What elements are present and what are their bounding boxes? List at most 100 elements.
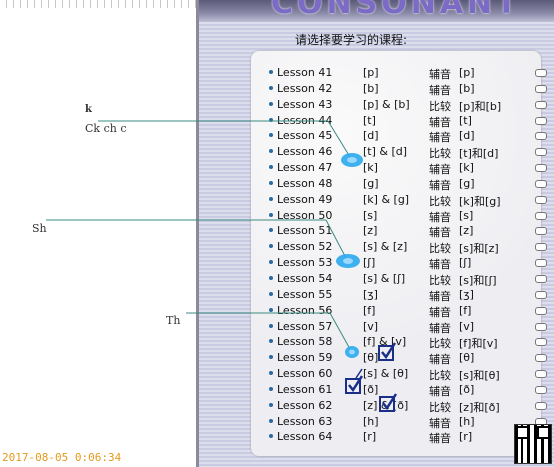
lesson-name[interactable]: Lesson 50 [277, 209, 332, 222]
lesson-value: [d] [459, 129, 475, 143]
lesson-ipa: [s] & [z] [363, 240, 408, 254]
lesson-value: [b] [459, 81, 475, 95]
lesson-row[interactable]: Lesson 60 [s] & [θ] 比较 [s]和[θ] [251, 366, 547, 383]
lesson-value: [s] [459, 208, 474, 222]
lesson-ipa: [f] [363, 303, 376, 317]
spiral-binding-icon [535, 84, 547, 93]
lesson-kind: 辅音 [429, 163, 451, 177]
lesson-name[interactable]: Lesson 47 [277, 161, 332, 174]
bullet-icon [269, 275, 273, 280]
lesson-ipa: [g] [363, 176, 379, 190]
spiral-binding-icon [535, 322, 547, 331]
lesson-name[interactable]: Lesson 54 [277, 272, 332, 285]
lesson-row[interactable]: Lesson 42 [b] 辅音 [b] [251, 81, 547, 97]
bullet-icon [269, 228, 273, 233]
lesson-row[interactable]: Lesson 54 [s] & [ʃ] 比较 [s]和[ʃ] [251, 271, 547, 287]
lesson-name[interactable]: Lesson 45 [277, 129, 332, 142]
lesson-row[interactable]: Lesson 48 [g] 辅音 [g] [251, 176, 547, 192]
lesson-ipa: [t] [363, 113, 376, 127]
lesson-name[interactable]: Lesson 43 [277, 98, 332, 111]
lesson-row[interactable]: Lesson 61 [ð] 辅音 [ð] [251, 382, 547, 398]
lesson-name[interactable]: Lesson 53 [277, 256, 332, 269]
bullet-icon [269, 402, 273, 407]
lesson-row[interactable]: Lesson 51 [z] 辅音 [z] [251, 223, 547, 239]
lesson-name[interactable]: Lesson 57 [277, 320, 332, 333]
lesson-name[interactable]: Lesson 55 [277, 288, 332, 301]
spiral-binding-icon [535, 132, 547, 141]
app-banner: CONSONANT 辅音 [199, 0, 554, 22]
lesson-row[interactable]: Lesson 44 [t] 辅音 [t] [251, 113, 547, 129]
lesson-row[interactable]: Lesson 47 [k] 辅音 [k] [251, 160, 547, 177]
lesson-value: [s]和[θ] [459, 369, 500, 383]
bullet-icon [269, 85, 273, 90]
lesson-name[interactable]: Lesson 61 [277, 383, 332, 396]
lesson-ipa: [k] & [g] [363, 192, 410, 206]
lesson-name[interactable]: Lesson 46 [277, 145, 332, 158]
lesson-name[interactable]: Lesson 64 [277, 430, 332, 443]
spiral-binding-icon [535, 243, 547, 252]
spiral-binding-icon [535, 259, 547, 268]
lesson-kind: 辅音 [429, 321, 451, 335]
lesson-name[interactable]: Lesson 49 [277, 193, 332, 206]
lesson-kind: 辅音 [429, 178, 451, 192]
bullet-icon [269, 386, 273, 391]
lesson-row[interactable]: Lesson 62 [z] & [ð] 比较 [z]和[ð] [251, 398, 547, 414]
lesson-row[interactable]: Lesson 55 [ʒ] 辅音 [ʒ] [251, 287, 547, 303]
lesson-name[interactable]: Lesson 58 [277, 335, 332, 348]
lesson-name[interactable]: Lesson 60 [277, 367, 332, 380]
lesson-row[interactable]: Lesson 53 [ʃ] 辅音 [ʃ] [251, 255, 547, 272]
lesson-row[interactable]: Lesson 59 [θ] 辅音 [θ] [251, 350, 547, 366]
lesson-row[interactable]: Lesson 56 [f] 辅音 [f] [251, 303, 547, 319]
lesson-row[interactable]: Lesson 57 [v] 辅音 [v] [251, 319, 547, 335]
lesson-kind: 比较 [429, 194, 451, 208]
lesson-row[interactable]: Lesson 43 [p] & [b] 比较 [p]和[b] [251, 97, 547, 113]
lesson-row[interactable]: Lesson 64 [r] 辅音 [r] [251, 429, 547, 446]
lesson-name[interactable]: Lesson 62 [277, 399, 332, 412]
lesson-ipa: [s] & [θ] [363, 367, 409, 381]
spiral-binding-icon [535, 306, 547, 315]
lesson-value: [v] [459, 319, 475, 333]
lesson-row[interactable]: Lesson 63 [h] 辅音 [h] [251, 414, 547, 430]
bullet-icon [269, 260, 273, 265]
lesson-row[interactable]: Lesson 41 [p] 辅音 [p] [251, 65, 547, 81]
lesson-kind: 比较 [429, 273, 451, 287]
lesson-kind: 辅音 [429, 210, 451, 224]
lesson-value: [f] [459, 303, 472, 317]
spiral-binding-icon [535, 354, 547, 363]
lesson-row[interactable]: Lesson 58 [f] & [v] 比较 [f]和[v] [251, 334, 547, 351]
lesson-name[interactable]: Lesson 41 [277, 66, 332, 79]
lesson-kind: 辅音 [429, 305, 451, 319]
lesson-name[interactable]: Lesson 44 [277, 114, 332, 127]
course-app: CONSONANT 辅音 请选择要学习的课程: Lesson 41 [p] 辅音 [p… [199, 0, 554, 467]
lesson-row[interactable]: Lesson 46 [t] & [d] 比较 [t]和[d] [251, 144, 547, 160]
lesson-row[interactable]: Lesson 45 [d] 辅音 [d] [251, 128, 547, 145]
lesson-row[interactable]: Lesson 50 [s] 辅音 [s] [251, 208, 547, 224]
lesson-kind: 辅音 [429, 131, 451, 145]
course-prompt: 请选择要学习的课程: [295, 33, 408, 47]
lesson-name[interactable]: Lesson 51 [277, 224, 332, 237]
lesson-name[interactable]: Lesson 63 [277, 415, 332, 428]
lesson-row[interactable]: Lesson 52 [s] & [z] 比较 [s]和[z] [251, 239, 547, 255]
bullet-icon [269, 70, 273, 74]
lesson-value: [f]和[v] [459, 337, 498, 351]
lesson-value: [z] [459, 224, 474, 238]
lesson-value: [p]和[b] [459, 99, 502, 113]
lesson-row[interactable]: Lesson 49 [k] & [g] 比较 [k]和[g] [251, 192, 547, 208]
lesson-name[interactable]: Lesson 48 [277, 177, 332, 190]
lesson-name[interactable]: Lesson 59 [277, 351, 332, 364]
lesson-ipa: [s] [363, 208, 378, 222]
lesson-name[interactable]: Lesson 52 [277, 240, 332, 253]
lesson-ipa: [ʃ] [363, 256, 376, 270]
lesson-ipa: [h] [363, 414, 379, 428]
lesson-kind: 辅音 [429, 384, 451, 398]
spiral-binding-icon [535, 211, 547, 220]
spiral-binding-icon [535, 148, 547, 157]
spiral-binding-icon [535, 385, 547, 394]
lesson-value: [p] [459, 66, 475, 79]
lesson-kind: 辅音 [429, 432, 451, 446]
spiral-binding-icon [535, 179, 547, 188]
lesson-name[interactable]: Lesson 56 [277, 304, 332, 317]
lesson-name[interactable]: Lesson 42 [277, 82, 332, 95]
recording-timestamp: 2017-08-05 0:06:34 [2, 451, 122, 464]
lesson-kind: 辅音 [429, 258, 451, 272]
